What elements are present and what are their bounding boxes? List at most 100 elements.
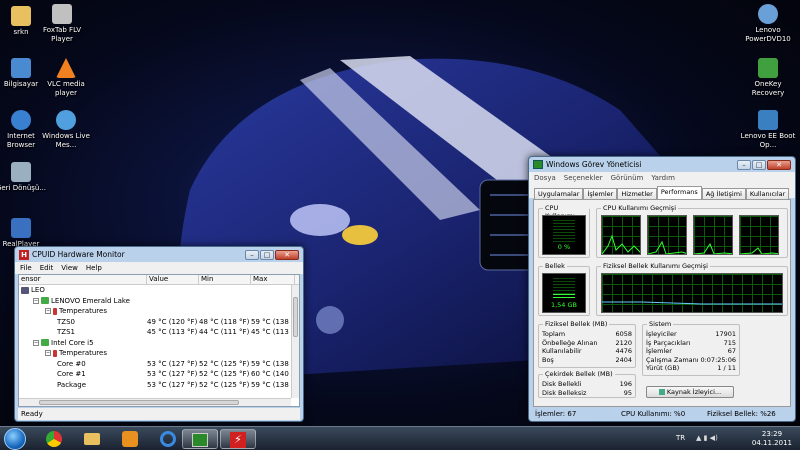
memory-fill	[553, 294, 575, 300]
sensor-name: Core #1	[57, 370, 86, 378]
tray-icons[interactable]: ▲ ▮ ◀)	[696, 434, 718, 442]
memory-history-graph	[601, 273, 783, 313]
cpuid-icon: H	[19, 249, 29, 260]
tab-ag-iletisimi[interactable]: Ağ İletişimi	[701, 188, 746, 199]
chip-icon	[41, 297, 49, 304]
tab-hizmetler[interactable]: Hizmetler	[617, 188, 657, 199]
taskmgr-titlebar[interactable]: Windows Görev Yöneticisi – □ ✕	[529, 157, 795, 172]
memory-history-title: Fiziksel Bellek Kullanımı Geçmişi	[601, 262, 710, 270]
menu-secenekler[interactable]: Seçenekler	[564, 174, 603, 182]
chrome-icon	[46, 431, 62, 447]
close-button[interactable]: ✕	[767, 159, 791, 170]
sensor-min: 44 °C (111 °F)	[199, 328, 250, 336]
menu-edit[interactable]: Edit	[40, 264, 54, 272]
col-min[interactable]: Min	[199, 275, 251, 284]
menu-file[interactable]: File	[20, 264, 32, 272]
taskbar-taskmgr[interactable]	[182, 429, 218, 449]
sensor-max: 45 °C (113 °	[251, 328, 295, 336]
minimize-button[interactable]: –	[245, 249, 259, 260]
sensor-tree[interactable]: ensor Value Min Max LEO − LENOVO Emerald L…	[18, 274, 300, 407]
menu-dosya[interactable]: Dosya	[534, 174, 556, 182]
memory-title: Bellek	[543, 262, 567, 270]
vertical-scrollbar[interactable]	[291, 285, 299, 398]
taskmgr-icon	[533, 160, 543, 169]
desktop-icon-onekey[interactable]: OneKey Recovery	[740, 58, 796, 98]
recycle-bin-icon	[11, 162, 31, 182]
desktop-icon-vlc[interactable]: VLC media player	[38, 58, 94, 98]
cpu-core-1-graph	[647, 215, 687, 255]
maximize-button[interactable]: □	[260, 249, 274, 260]
menu-view[interactable]: View	[61, 264, 78, 272]
sensor-value: 53 °C (127 °F)	[147, 370, 198, 378]
sensor-max: 59 °C (138 °	[251, 359, 295, 368]
col-value[interactable]: Value	[147, 275, 199, 284]
cpu-core-2-graph	[693, 215, 733, 255]
sensor-min	[199, 285, 251, 296]
hwmonitor-window[interactable]: H CPUID Hardware Monitor – □ ✕ File Edit…	[14, 246, 304, 422]
taskmgr-window[interactable]: Windows Görev Yöneticisi – □ ✕ Dosya Seç…	[528, 156, 796, 422]
sensor-name: Temperatures	[59, 349, 107, 357]
player-icon	[52, 4, 72, 24]
sensor-row[interactable]: Core #1 53 °C (127 °F) 52 °C (125 °F) 60 °C…	[19, 369, 299, 380]
expand-icon: −	[45, 308, 51, 314]
resource-monitor-button[interactable]: Kaynak İzleyici...	[646, 386, 734, 398]
sensor-name: Core #0	[57, 359, 86, 368]
memory-group: Bellek 1,54 GB	[538, 262, 590, 316]
desktop-icon-powerdvd[interactable]: Lenovo PowerDVD10	[740, 4, 796, 44]
clock[interactable]: 23:29 04.11.2011	[752, 430, 792, 448]
tab-islemler[interactable]: İşlemler	[583, 188, 618, 199]
desktop-icon-recycle-bin[interactable]: Geri Dönüşü...	[0, 162, 49, 193]
sensor-value: 49 °C (120 °F)	[147, 317, 198, 326]
taskbar-media-player[interactable]	[112, 429, 148, 449]
stat-label: Çalışma Zamanı	[646, 355, 699, 364]
taskbar-hwmonitor[interactable]: ⚡	[220, 429, 256, 449]
stat-row: Toplam 6058	[539, 330, 635, 339]
tab-kullanicilar[interactable]: Kullanıcılar	[745, 188, 790, 199]
sensor-row[interactable]: LEO	[19, 285, 299, 296]
sensor-min	[199, 306, 251, 317]
sensor-row[interactable]: − Intel Core i5	[19, 338, 299, 349]
sensor-row[interactable]: TZS1 45 °C (113 °F) 44 °C (111 °F) 45 °C (1…	[19, 327, 299, 338]
browser-icon	[11, 110, 31, 130]
menu-yardim[interactable]: Yardım	[651, 174, 675, 182]
sensor-name: LEO	[31, 286, 45, 294]
folder-icon	[11, 6, 31, 26]
menu-gorunum[interactable]: Görünüm	[611, 174, 644, 182]
tab-uygulamalar[interactable]: Uygulamalar	[534, 188, 584, 199]
col-max[interactable]: Max	[251, 275, 295, 284]
taskbar-internet-explorer[interactable]	[150, 429, 186, 449]
col-sensor[interactable]: ensor	[19, 275, 147, 284]
sensor-name: Intel Core i5	[51, 338, 94, 347]
stat-value: 67	[727, 347, 736, 355]
sensor-row[interactable]: TZS0 49 °C (120 °F) 48 °C (118 °F) 59 °C (1…	[19, 317, 299, 328]
cpu-usage-value: 0 %	[557, 243, 571, 251]
stat-value: 95	[623, 388, 632, 397]
taskbar-chrome[interactable]	[36, 429, 72, 449]
sensor-row[interactable]: Core #0 53 °C (127 °F) 52 °C (125 °F) 59 °C…	[19, 359, 299, 370]
desktop-icon-realplayer[interactable]: RealPlayer	[0, 218, 49, 249]
language-indicator[interactable]: TR	[676, 434, 685, 442]
sensor-row[interactable]: Package 53 °C (127 °F) 52 °C (125 °F) 59 °C…	[19, 380, 299, 391]
tab-performans[interactable]: Performans	[656, 186, 702, 199]
computer-icon	[21, 286, 29, 294]
desktop-icon-foxtab[interactable]: FoxTab FLV Player	[34, 4, 90, 44]
sensor-row[interactable]: − Temperatures	[19, 306, 299, 317]
desktop-icon-live-messenger[interactable]: Windows Live Mes...	[38, 110, 94, 150]
horizontal-scrollbar[interactable]	[19, 398, 291, 406]
sensor-row[interactable]: − LENOVO Emerald Lake	[19, 296, 299, 307]
close-button[interactable]: ✕	[275, 249, 299, 260]
minimize-button[interactable]: –	[737, 159, 751, 170]
cpu-core-0-graph	[601, 215, 641, 255]
start-button[interactable]	[4, 428, 26, 450]
menu-help[interactable]: Help	[86, 264, 102, 272]
stat-row: Kullanılabilir 4476	[539, 347, 635, 356]
hwmonitor-titlebar[interactable]: H CPUID Hardware Monitor – □ ✕	[15, 247, 303, 262]
sensor-row[interactable]: − Temperatures	[19, 348, 299, 359]
sensor-value	[147, 296, 199, 307]
desktop-icon-lenovo-ee-boot[interactable]: Lenovo EE Boot Op...	[740, 110, 796, 150]
taskbar-explorer[interactable]	[74, 429, 110, 449]
maximize-button[interactable]: □	[752, 159, 766, 170]
system-group: Sistem İşleyiciler 17901 İş Parçacıkları 71…	[642, 320, 740, 376]
status-processes: İşlemler: 67	[535, 410, 577, 418]
stat-value: 2404	[615, 355, 632, 364]
